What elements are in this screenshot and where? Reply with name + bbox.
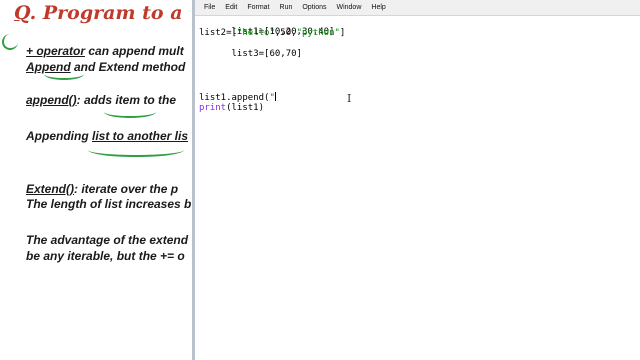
note-line-5-text: : iterate over the p — [74, 182, 179, 196]
menu-edit[interactable]: Edit — [220, 0, 242, 15]
annotation-stroke — [88, 143, 184, 157]
note-line-5-underlined: Extend() — [26, 182, 74, 196]
menu-bar: File Edit Format Run Options Window Help — [195, 0, 640, 16]
annotation-stroke — [104, 106, 156, 118]
code-string: "python" — [296, 28, 340, 38]
menu-file[interactable]: File — [199, 0, 220, 15]
note-line-1: + operator can append mult — [26, 44, 184, 58]
code-text: list1.append( — [199, 93, 270, 103]
slide-title: Q. Program to a — [14, 2, 183, 24]
code-string: "hello" — [236, 28, 275, 38]
note-line-5: Extend(): iterate over the p — [26, 182, 178, 196]
note-line-2-text: and Extend method — [70, 60, 186, 74]
note-line-6: The length of list increases b — [26, 197, 191, 211]
code-line-3-text: list3=[60,70] — [231, 49, 302, 59]
note-line-4-text: Appending — [26, 129, 92, 143]
note-line-3-text: : adds item to the — [76, 93, 177, 107]
text-caret — [274, 92, 276, 101]
note-line-8: be any iterable, but the += o — [26, 249, 185, 263]
note-line-1-underlined: + operator — [26, 44, 86, 58]
annotation-stroke — [2, 34, 18, 50]
code-text: ] — [339, 28, 346, 38]
note-line-8-text: be any iterable, but the += o — [26, 249, 185, 263]
note-line-7-text: The advantage of the extend — [26, 233, 189, 247]
note-line-3: append(): adds item to the — [26, 93, 176, 107]
code-text: (list1) — [226, 103, 265, 113]
menu-options[interactable]: Options — [297, 0, 331, 15]
ibeam-cursor-icon: I — [347, 92, 352, 105]
menu-help[interactable]: Help — [366, 0, 390, 15]
code-text: ,50, — [274, 28, 297, 38]
note-line-1-text: can append mult — [85, 44, 184, 58]
note-line-4-underlined: list to another lis — [92, 129, 189, 143]
note-line-7: The advantage of the extend — [26, 233, 188, 247]
code-line-4: list1.append(" — [199, 92, 276, 103]
menu-window[interactable]: Window — [331, 0, 366, 15]
code-keyword: print — [199, 103, 227, 113]
slide-title-q: Q — [14, 2, 30, 24]
annotation-stroke — [44, 68, 84, 80]
editor-window: File Edit Format Run Options Window Help… — [192, 0, 640, 360]
menu-format[interactable]: Format — [242, 0, 274, 15]
code-line-3: list3=[60,70] — [199, 39, 302, 69]
code-line-5: print(list1) — [199, 103, 264, 113]
code-text: list2=[ — [199, 28, 237, 38]
slide-notes-panel: Q. Program to a + operator can append mu… — [0, 0, 192, 360]
code-editor[interactable]: list1=[10,20,30,40] list2=["hello",50,"p… — [199, 17, 640, 360]
code-line-2: list2=["hello",50,"python"] — [199, 28, 345, 38]
menu-run[interactable]: Run — [275, 0, 298, 15]
note-line-4: Appending list to another lis — [26, 129, 188, 143]
note-line-3-underlined: append() — [26, 93, 77, 107]
note-line-6-text: The length of list increases b — [26, 197, 192, 211]
slide-title-rest: Program to a — [42, 2, 183, 24]
